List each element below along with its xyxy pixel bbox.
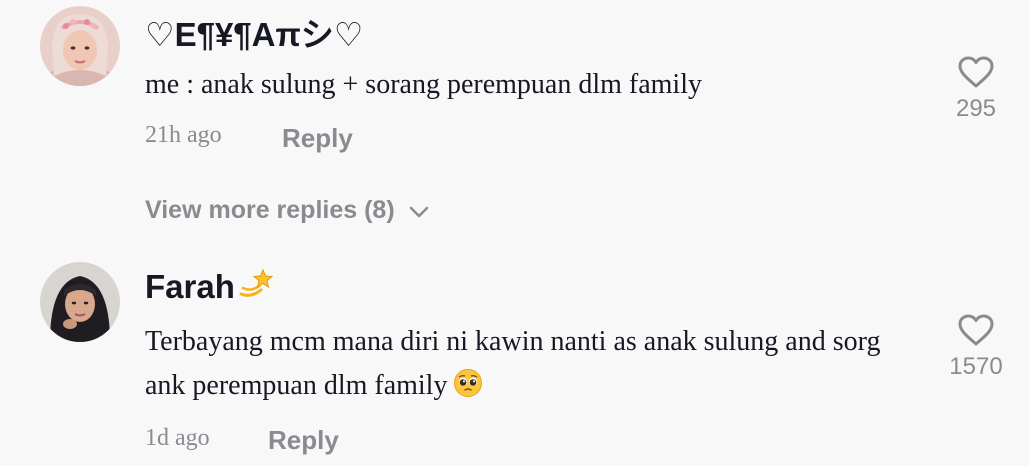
comment-text: Terbayang mcm mana diri ni kawin nanti a… bbox=[145, 320, 905, 412]
view-more-label: View more replies (8) bbox=[145, 196, 395, 224]
reply-button[interactable]: Reply bbox=[282, 123, 353, 154]
reply-button[interactable]: Reply bbox=[268, 425, 339, 456]
comment-timestamp: 1d ago bbox=[145, 425, 210, 451]
like-button[interactable]: 295 bbox=[931, 56, 1021, 123]
heart-outline-icon bbox=[958, 56, 994, 93]
username-text: Farah bbox=[145, 268, 235, 305]
like-button[interactable]: 1570 bbox=[931, 314, 1021, 381]
chevron-down-icon bbox=[409, 196, 429, 225]
view-more-replies-button[interactable]: View more replies (8) bbox=[145, 196, 429, 225]
dizzy-emoji-icon bbox=[237, 266, 274, 308]
avatar[interactable] bbox=[40, 6, 120, 86]
comment-timestamp: 21h ago bbox=[145, 122, 222, 148]
comment-thread: ♡E¶¥¶Aπシ♡ me : anak sulung + sorang pere… bbox=[0, 0, 1030, 466]
pleading-face-emoji-icon bbox=[453, 368, 483, 412]
avatar[interactable] bbox=[40, 262, 120, 342]
username[interactable]: ♡E¶¥¶Aπシ♡ bbox=[145, 8, 363, 56]
heart-outline-icon bbox=[958, 314, 994, 351]
like-count: 1570 bbox=[949, 353, 1003, 380]
comment-text-body: Terbayang mcm mana diri ni kawin nanti a… bbox=[145, 326, 881, 401]
like-count: 295 bbox=[955, 95, 997, 122]
comment-text: me : anak sulung + sorang perempuan dlm … bbox=[145, 69, 702, 100]
username[interactable]: Farah bbox=[145, 266, 274, 308]
